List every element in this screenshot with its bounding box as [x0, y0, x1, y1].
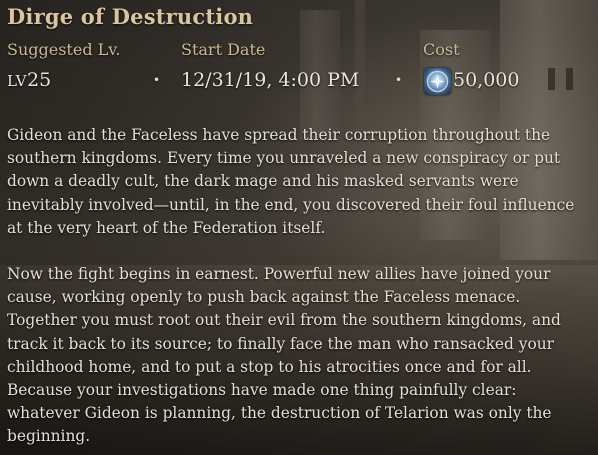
- quest-title: Dirge of Destruction: [7, 4, 254, 29]
- quest-description-paragraph: Gideon and the Faceless have spread thei…: [7, 126, 575, 237]
- start-date-value: 12/31/19, 4:00 PM: [181, 69, 360, 91]
- suggested-level-label: Suggested Lv.: [7, 40, 121, 59]
- suggested-level-value: LV25: [7, 69, 51, 91]
- silver-coin-icon: [424, 68, 451, 95]
- cost-value: 50,000: [453, 69, 520, 91]
- cost-label: Cost: [423, 40, 460, 59]
- level-prefix: LV: [7, 72, 28, 90]
- quest-description-paragraph: Now the fight begins in earnest. Powerfu…: [7, 265, 561, 446]
- level-number: 25: [27, 69, 52, 91]
- separator-dot: •: [153, 73, 161, 87]
- start-date-label: Start Date: [181, 40, 266, 59]
- separator-dot: •: [395, 73, 403, 87]
- quest-detail-panel: Dirge of Destruction Suggested Lv. Start…: [0, 0, 598, 455]
